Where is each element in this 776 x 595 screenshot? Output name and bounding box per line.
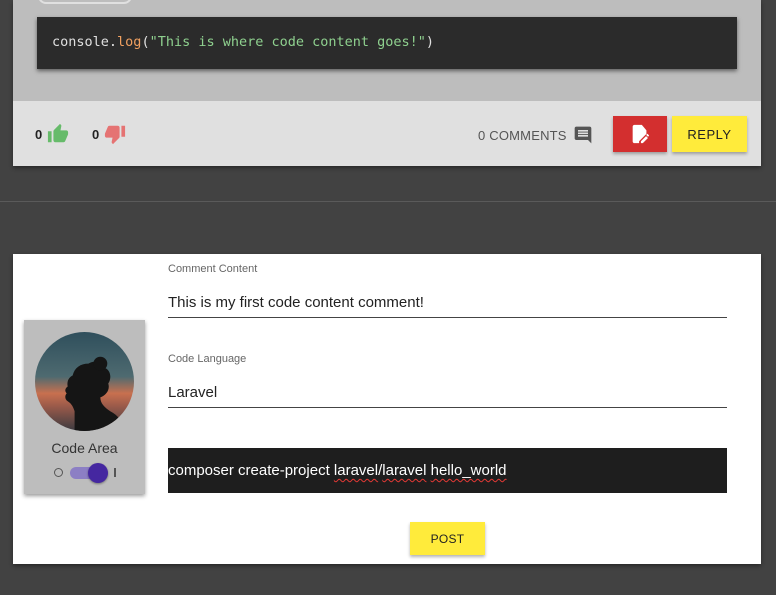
code-token-close: ) xyxy=(425,34,435,50)
toggle-off-icon xyxy=(54,468,63,477)
toggle-thumb[interactable] xyxy=(88,463,108,483)
edit-note-icon xyxy=(629,123,651,145)
code-area-toggle[interactable] xyxy=(54,463,118,483)
code-editor[interactable]: composer create-project laravel/laravel … xyxy=(168,448,727,493)
code-token-string: "This is where code content goes!" xyxy=(149,34,426,50)
code-block: console.log("This is where code content … xyxy=(37,17,737,69)
thumb-up-icon[interactable] xyxy=(46,123,70,145)
post-button[interactable]: POST xyxy=(410,522,485,555)
avatar xyxy=(35,332,134,431)
code-token-object: console xyxy=(52,34,109,50)
code-token-dot: . xyxy=(108,34,118,50)
post-card: console.log("This is where code content … xyxy=(13,0,761,166)
code-token-open: ( xyxy=(141,34,150,50)
avatar-panel: Code Area xyxy=(24,320,145,494)
code-text-part: laravel xyxy=(382,462,427,479)
comments-count[interactable]: 0 COMMENTS xyxy=(478,125,593,145)
dislike-control: 0 xyxy=(92,123,127,145)
code-token-method: log xyxy=(117,34,142,50)
tag-pill xyxy=(38,0,132,4)
dislike-count: 0 xyxy=(92,126,100,142)
code-text-part: hello_world xyxy=(430,462,507,479)
code-area-label: Code Area xyxy=(51,440,118,456)
like-count: 0 xyxy=(35,126,43,142)
toggle-on-icon xyxy=(114,468,116,477)
code-language-label: Code Language xyxy=(168,353,247,365)
section-divider xyxy=(0,201,776,202)
code-text-part: composer create-project xyxy=(168,462,334,479)
comment-form-card: Code Area Comment Content Code Language … xyxy=(13,254,761,564)
like-control: 0 xyxy=(35,123,70,145)
thumb-down-icon[interactable] xyxy=(103,123,127,145)
edit-button[interactable] xyxy=(613,116,667,152)
comment-icon xyxy=(573,125,593,145)
comment-content-input[interactable] xyxy=(168,288,727,318)
comments-count-label: 0 COMMENTS xyxy=(478,127,567,143)
code-language-input[interactable] xyxy=(168,378,727,408)
reply-button[interactable]: REPLY xyxy=(672,116,747,152)
code-text-part: laravel xyxy=(333,462,379,479)
comment-content-label: Comment Content xyxy=(168,263,258,275)
post-footer: 0 0 0 COMMENTS REPLY xyxy=(13,101,761,166)
